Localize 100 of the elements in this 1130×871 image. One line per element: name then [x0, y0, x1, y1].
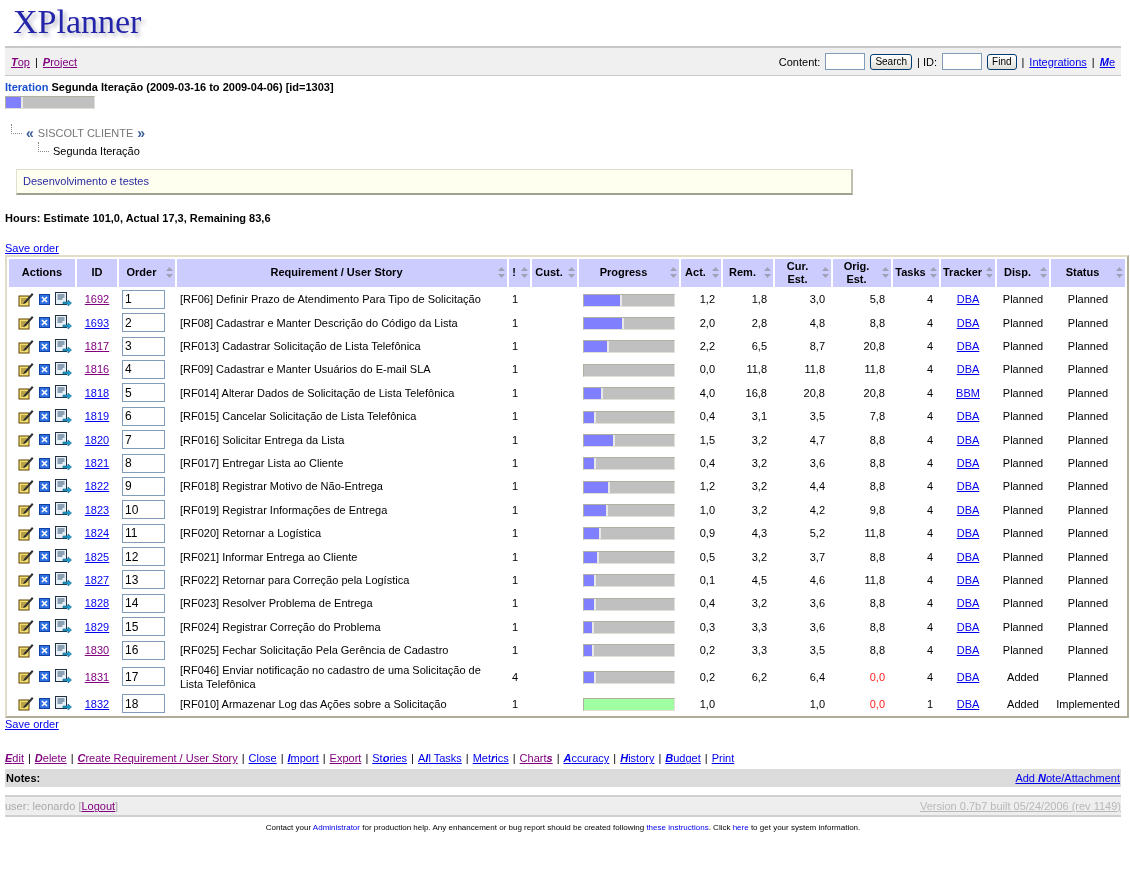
x-box-icon[interactable] — [39, 293, 50, 305]
order-field[interactable]: 5 — [122, 383, 165, 403]
document-arrow-icon[interactable] — [55, 361, 72, 377]
action-link[interactable]: History — [620, 752, 655, 765]
x-box-icon[interactable] — [39, 387, 50, 399]
id-field[interactable] — [942, 53, 983, 70]
order-field[interactable]: 7 — [122, 430, 165, 450]
order-field[interactable]: 9 — [122, 476, 165, 496]
order-field[interactable]: 11 — [122, 523, 165, 543]
order-field[interactable]: 13 — [122, 570, 165, 590]
nav-link[interactable]: Me — [1099, 55, 1115, 68]
x-box-icon[interactable] — [39, 671, 50, 683]
x-box-icon[interactable] — [39, 504, 50, 516]
document-arrow-icon[interactable] — [55, 619, 72, 635]
tracker-link[interactable]: DBA — [956, 363, 980, 376]
pencil-note-icon[interactable] — [18, 642, 34, 658]
order-field[interactable]: 6 — [122, 406, 165, 426]
find-button[interactable]: Find — [987, 53, 1017, 70]
order-field[interactable]: 12 — [122, 547, 165, 567]
order-field[interactable]: 17 — [122, 667, 165, 687]
order-field[interactable]: 16 — [122, 640, 165, 660]
order-field[interactable]: 3 — [122, 336, 165, 356]
tracker-link[interactable]: DBA — [956, 644, 980, 657]
order-field[interactable]: 15 — [122, 617, 165, 637]
x-box-icon[interactable] — [39, 551, 50, 563]
story-id-link[interactable]: 1822 — [84, 480, 110, 493]
document-arrow-icon[interactable] — [55, 549, 72, 565]
document-arrow-icon[interactable] — [55, 696, 72, 712]
x-box-icon[interactable] — [39, 644, 50, 656]
next-arrow[interactable]: » — [137, 124, 146, 141]
pencil-note-icon[interactable] — [18, 361, 34, 377]
pencil-note-icon[interactable] — [18, 595, 34, 611]
x-box-icon[interactable] — [39, 698, 50, 710]
action-link[interactable]: Create Requirement / User Story — [77, 752, 238, 765]
document-arrow-icon[interactable] — [55, 338, 72, 354]
pencil-note-icon[interactable] — [18, 432, 34, 448]
x-box-icon[interactable] — [39, 317, 50, 329]
document-arrow-icon[interactable] — [55, 385, 72, 401]
action-link[interactable]: Export — [329, 752, 362, 765]
x-box-icon[interactable] — [39, 597, 50, 609]
x-box-icon[interactable] — [39, 340, 50, 352]
document-arrow-icon[interactable] — [55, 478, 72, 494]
tracker-link[interactable]: DBA — [956, 293, 980, 306]
tracker-link[interactable]: DBA — [956, 433, 980, 446]
order-field[interactable]: 1 — [122, 289, 165, 309]
action-link[interactable]: All Tasks — [417, 752, 462, 765]
action-link[interactable]: Budget — [665, 752, 701, 765]
pencil-note-icon[interactable] — [18, 291, 34, 307]
tracker-link[interactable]: DBA — [956, 620, 980, 633]
project-name[interactable]: SISCOLT CLIENTE — [37, 126, 134, 139]
contact-link[interactable]: these instructions — [646, 823, 709, 833]
document-arrow-icon[interactable] — [55, 525, 72, 541]
tracker-link[interactable]: DBA — [956, 503, 980, 516]
story-id-link[interactable]: 1827 — [84, 573, 110, 586]
pencil-note-icon[interactable] — [18, 338, 34, 354]
pencil-note-icon[interactable] — [18, 669, 34, 685]
pencil-note-icon[interactable] — [18, 549, 34, 565]
pencil-note-icon[interactable] — [18, 696, 34, 712]
action-link[interactable]: Metrics — [472, 752, 509, 765]
action-link[interactable]: Import — [287, 752, 319, 765]
order-field[interactable]: 18 — [122, 694, 165, 714]
x-box-icon[interactable] — [39, 434, 50, 446]
action-link[interactable]: Print — [711, 752, 735, 765]
action-link[interactable]: Edit — [5, 752, 24, 765]
x-box-icon[interactable] — [39, 363, 50, 375]
document-arrow-icon[interactable] — [55, 642, 72, 658]
tracker-link[interactable]: DBA — [956, 670, 980, 683]
story-id-link[interactable]: 1819 — [84, 410, 110, 423]
tracker-link[interactable]: DBA — [956, 550, 980, 563]
x-box-icon[interactable] — [39, 410, 50, 422]
order-field[interactable]: 10 — [122, 500, 165, 520]
tracker-link[interactable]: DBA — [956, 597, 980, 610]
x-box-icon[interactable] — [39, 574, 50, 586]
pencil-note-icon[interactable] — [18, 315, 34, 331]
previous-arrow[interactable]: « — [26, 124, 34, 141]
add-note-link[interactable]: Add Note/Attachment — [1015, 772, 1120, 785]
story-id-link[interactable]: 1693 — [84, 316, 110, 329]
document-arrow-icon[interactable] — [55, 572, 72, 588]
order-field[interactable]: 8 — [122, 453, 165, 473]
document-arrow-icon[interactable] — [55, 432, 72, 448]
tracker-link[interactable]: DBA — [956, 480, 980, 493]
document-arrow-icon[interactable] — [55, 502, 72, 518]
nav-link[interactable]: Top — [11, 55, 30, 68]
story-id-link[interactable]: 1825 — [84, 550, 110, 563]
save-order-link[interactable]: Save order — [5, 718, 59, 731]
action-link[interactable]: Accuracy — [563, 752, 610, 765]
content-field[interactable] — [825, 53, 866, 70]
action-link[interactable]: Stories — [372, 752, 408, 765]
pencil-note-icon[interactable] — [18, 525, 34, 541]
story-id-link[interactable]: 1820 — [84, 433, 110, 446]
story-id-link[interactable]: 1821 — [84, 457, 110, 469]
pencil-note-icon[interactable] — [18, 455, 34, 471]
x-box-icon[interactable] — [39, 621, 50, 633]
document-arrow-icon[interactable] — [55, 315, 72, 331]
story-id-link[interactable]: 1824 — [84, 527, 110, 540]
order-field[interactable]: 14 — [122, 593, 165, 613]
story-id-link[interactable]: 1817 — [84, 340, 110, 353]
pencil-note-icon[interactable] — [18, 385, 34, 401]
x-box-icon[interactable] — [39, 527, 50, 539]
story-id-link[interactable]: 1816 — [84, 363, 110, 376]
